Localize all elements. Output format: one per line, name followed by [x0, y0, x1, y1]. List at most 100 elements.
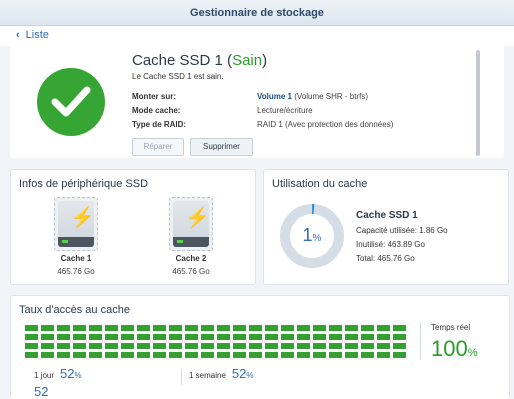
- access-level-cell: [265, 334, 278, 340]
- access-level-cell: [153, 343, 166, 349]
- access-level-cell: [89, 325, 102, 331]
- panel-title: Taux d'accès au cache: [19, 304, 130, 316]
- drive-size: 465.76 Go: [57, 267, 95, 276]
- cache-title: Cache SSD 1 (Sain): [132, 52, 268, 69]
- cache-access-panel: Taux d'accès au cache Temps réel 100% 1 …: [10, 295, 510, 399]
- access-level-cell: [233, 325, 246, 331]
- access-level-cell: [169, 352, 182, 358]
- usage-used: Capacité utilisée: 1.86 Go: [356, 226, 448, 235]
- access-level-cell: [41, 334, 54, 340]
- access-level-cell: [105, 325, 118, 331]
- access-level-cell: [233, 352, 246, 358]
- access-level-cell: [361, 325, 374, 331]
- access-level-cell: [377, 343, 390, 349]
- access-level-cell: [137, 352, 150, 358]
- access-level-cell: [137, 343, 150, 349]
- access-level-cell: [249, 352, 262, 358]
- access-level-cell: [201, 343, 214, 349]
- ssd-drive-icon: ⚡: [54, 197, 98, 251]
- access-level-cell: [73, 343, 86, 349]
- access-level-cell: [153, 334, 166, 340]
- access-level-cell: [313, 343, 326, 349]
- drive-name: Cache 2: [175, 254, 207, 263]
- access-level-cell: [41, 325, 54, 331]
- delete-button[interactable]: Supprimer: [190, 138, 253, 156]
- access-level-cell: [249, 334, 262, 340]
- access-level-cell: [121, 334, 134, 340]
- usage-percent: 1%: [302, 225, 322, 245]
- stat-1-week: 1 semaine 52%: [189, 366, 254, 381]
- divider: [181, 369, 182, 385]
- access-level-cell: [361, 343, 374, 349]
- access-level-cell: [329, 352, 342, 358]
- ssd-drive-icon: ⚡: [169, 197, 213, 251]
- access-level-cell: [137, 325, 150, 331]
- cache-usage-panel: Utilisation du cache 1% Cache SSD 1 Capa…: [263, 169, 509, 285]
- access-level-cell: [137, 334, 150, 340]
- access-level-cell: [185, 334, 198, 340]
- access-level-cell: [217, 352, 230, 358]
- back-link[interactable]: ‹ Liste: [16, 29, 49, 41]
- access-level-cell: [313, 325, 326, 331]
- access-level-cell: [297, 334, 310, 340]
- access-level-cell: [329, 343, 342, 349]
- access-level-cell: [73, 334, 86, 340]
- access-level-cell: [89, 352, 102, 358]
- access-level-cell: [329, 325, 342, 331]
- access-level-grid: [25, 325, 409, 360]
- access-level-cell: [217, 343, 230, 349]
- access-level-cell: [41, 343, 54, 349]
- usage-unused: Inutilisé: 463.89 Go: [356, 240, 425, 249]
- access-level-cell: [89, 334, 102, 340]
- usage-total: Total: 465.76 Go: [356, 254, 415, 263]
- access-level-cell: [377, 325, 390, 331]
- access-level-cell: [185, 352, 198, 358]
- access-level-cell: [105, 334, 118, 340]
- access-level-cell: [233, 334, 246, 340]
- access-level-cell: [89, 343, 102, 349]
- ssd-info-panel: Infos de périphérique SSD ⚡ Cache 1 465.…: [10, 169, 256, 285]
- panel-title: Utilisation du cache: [272, 178, 368, 190]
- access-level-cell: [25, 325, 38, 331]
- access-level-cell: [169, 325, 182, 331]
- access-level-cell: [249, 325, 262, 331]
- access-level-cell: [297, 325, 310, 331]
- stat-1-day: 1 jour 52%: [34, 366, 82, 381]
- access-level-cell: [121, 352, 134, 358]
- status-badge: Sain: [232, 52, 263, 69]
- access-level-cell: [233, 343, 246, 349]
- access-level-cell: [345, 343, 358, 349]
- access-level-cell: [313, 352, 326, 358]
- access-level-cell: [169, 343, 182, 349]
- access-level-cell: [201, 352, 214, 358]
- access-level-cell: [281, 352, 294, 358]
- access-level-cell: [281, 325, 294, 331]
- access-level-cell: [73, 325, 86, 331]
- access-level-cell: [265, 325, 278, 331]
- access-level-cell: [41, 352, 54, 358]
- access-level-cell: [281, 334, 294, 340]
- access-level-cell: [57, 343, 70, 349]
- drive-name: Cache 1: [60, 254, 92, 263]
- access-level-cell: [201, 334, 214, 340]
- access-level-cell: [345, 352, 358, 358]
- access-level-cell: [105, 343, 118, 349]
- scrollbar[interactable]: [476, 50, 480, 156]
- access-level-cell: [393, 352, 406, 358]
- access-level-cell: [121, 343, 134, 349]
- access-level-cell: [73, 352, 86, 358]
- access-level-cell: [25, 343, 38, 349]
- divider: [420, 322, 421, 360]
- access-level-cell: [169, 334, 182, 340]
- access-level-cell: [217, 334, 230, 340]
- stat-partial-value: 52: [34, 384, 49, 399]
- access-level-cell: [185, 325, 198, 331]
- access-level-cell: [217, 325, 230, 331]
- access-level-cell: [153, 325, 166, 331]
- access-level-cell: [297, 343, 310, 349]
- cache-subtitle: Le Cache SSD 1 est sain.: [132, 72, 224, 81]
- access-level-cell: [393, 334, 406, 340]
- access-level-cell: [265, 352, 278, 358]
- access-level-cell: [393, 343, 406, 349]
- access-level-cell: [345, 334, 358, 340]
